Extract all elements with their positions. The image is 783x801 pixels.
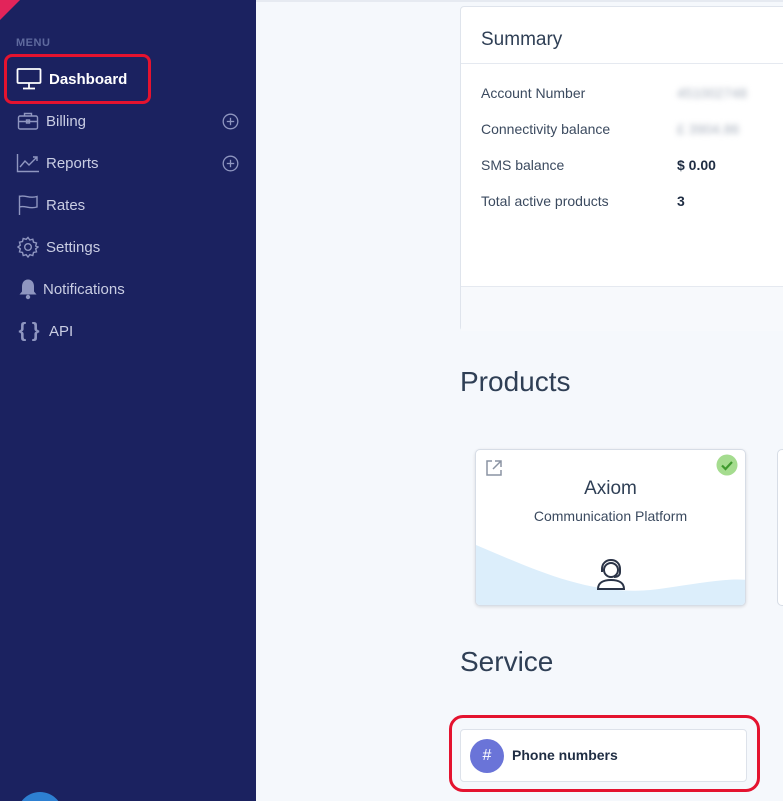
service-item-label: Phone numbers — [512, 747, 618, 763]
avatar[interactable] — [17, 792, 63, 801]
product-subtitle: Communication Platform — [533, 508, 688, 524]
sidebar-item-api[interactable]: { } API — [0, 312, 256, 350]
external-link-icon[interactable] — [484, 458, 504, 478]
gear-icon — [16, 235, 40, 259]
briefcase-icon — [16, 109, 40, 133]
sidebar-item-billing[interactable]: Billing — [0, 102, 256, 140]
sidebar-item-label: API — [49, 322, 74, 340]
check-circle-icon — [716, 454, 738, 476]
summary-label-account-number: Account Number — [481, 85, 586, 101]
sidebar-item-notifications[interactable]: Notifications — [0, 270, 256, 308]
curly-braces-icon: { } — [18, 319, 40, 342]
summary-title: Summary — [481, 29, 563, 50]
top-strip — [256, 0, 783, 2]
plus-circle-icon[interactable] — [220, 153, 240, 173]
summary-card: Summary Account Number 451002748 Connect… — [460, 6, 783, 331]
product-card-axiom[interactable]: Axiom Communication Platform — [475, 449, 746, 606]
summary-label-sms-balance: SMS balance — [481, 157, 565, 173]
hash-icon: # — [470, 739, 504, 773]
service-item-phone-numbers[interactable]: # Phone numbers — [460, 729, 747, 782]
summary-label-connectivity-balance: Connectivity balance — [481, 121, 611, 137]
sidebar-item-settings[interactable]: Settings — [0, 228, 256, 266]
summary-value-connectivity-balance: £ 3904.86 — [677, 121, 740, 137]
corner-mark — [0, 0, 20, 20]
sidebar: MENU Dashboard Billing Reports Rates Set… — [0, 0, 256, 801]
sidebar-item-label: Billing — [46, 112, 87, 130]
bell-icon — [16, 277, 40, 301]
divider — [461, 63, 783, 64]
sidebar-item-rates[interactable]: Rates — [0, 186, 256, 224]
plus-circle-icon[interactable] — [220, 111, 240, 131]
dashboard-highlight — [4, 54, 151, 104]
summary-value-account-number: 451002748 — [677, 85, 748, 101]
trending-chart-icon — [16, 151, 40, 175]
sidebar-item-label: Reports — [46, 154, 99, 172]
product-card-partial[interactable] — [777, 449, 783, 606]
headset-user-icon — [593, 556, 629, 592]
main-content: Summary Account Number 451002748 Connect… — [256, 0, 783, 801]
summary-value-sms-balance: $ 0.00 — [677, 157, 716, 173]
menu-caption: MENU — [16, 37, 51, 49]
sidebar-item-label: Settings — [46, 238, 101, 256]
sidebar-item-reports[interactable]: Reports — [0, 144, 256, 182]
sidebar-item-label: Notifications — [43, 280, 125, 298]
products-heading: Products — [460, 366, 571, 397]
sidebar-item-label: Rates — [46, 196, 86, 214]
flag-icon — [16, 193, 40, 217]
service-heading: Service — [460, 646, 554, 677]
summary-label-total-active-products: Total active products — [481, 193, 609, 209]
product-name: Axiom — [584, 478, 637, 499]
summary-footer — [461, 286, 783, 331]
summary-value-total-active-products: 3 — [677, 193, 685, 209]
